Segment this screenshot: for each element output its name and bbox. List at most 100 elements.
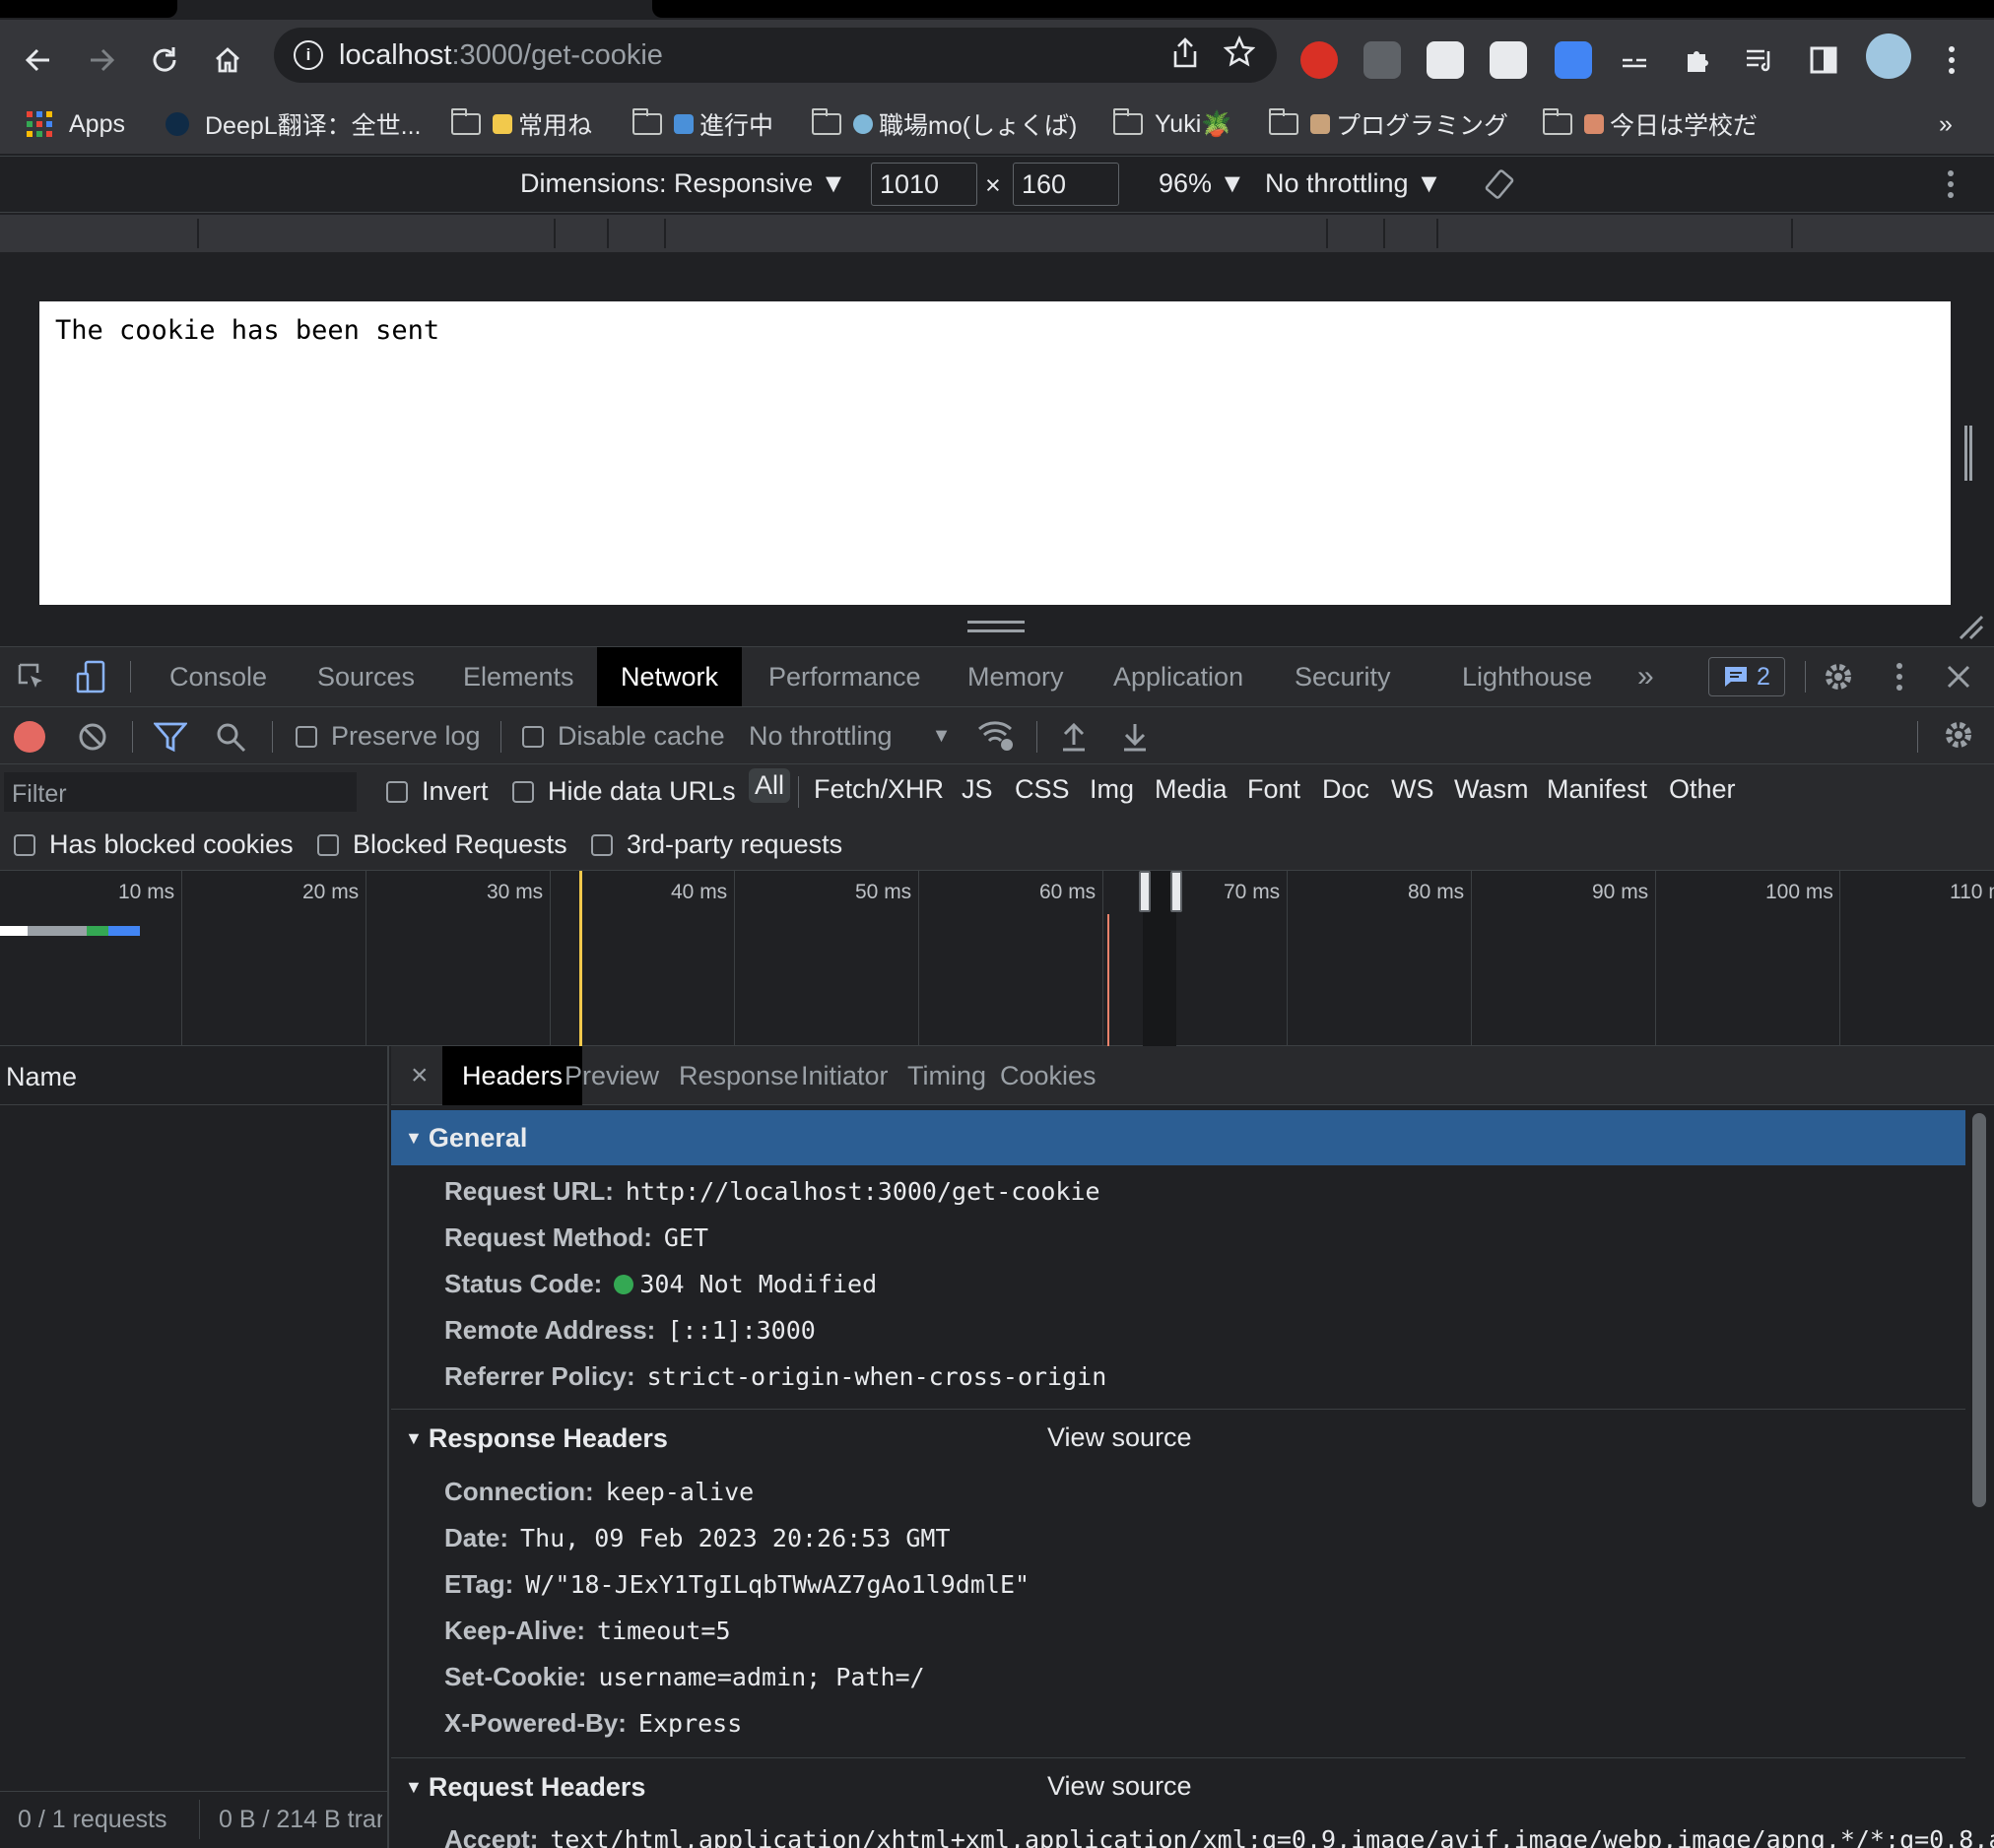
address-bar[interactable]: i localhost:3000/get-cookie <box>274 28 1277 83</box>
network-timeline-overview[interactable]: 10 ms 20 ms 30 ms 40 ms 50 ms 60 ms 70 m… <box>0 871 1994 1046</box>
checkbox[interactable] <box>512 780 534 803</box>
browser-menu-icon[interactable] <box>1927 35 1976 85</box>
emulated-page[interactable]: The cookie has been sent <box>39 301 1951 605</box>
more-bookmarks-button[interactable]: » <box>1939 104 1953 144</box>
tab-performance[interactable]: Performance <box>745 647 945 706</box>
bookmark-folder-shokuba[interactable]: 職場mo(しょくば) <box>812 104 1077 144</box>
filter-funnel-icon[interactable] <box>152 721 189 759</box>
reload-icon[interactable] <box>140 35 189 85</box>
media-controls-icon[interactable] <box>1610 35 1659 85</box>
back-icon[interactable] <box>14 35 63 85</box>
close-devtools-icon[interactable] <box>1941 659 1976 694</box>
site-info-icon[interactable]: i <box>294 40 323 70</box>
checkbox[interactable] <box>522 725 544 748</box>
general-section-header[interactable]: ▼ General <box>391 1110 1965 1165</box>
bookmark-deepl[interactable]: DeepL翻译：全世... <box>166 104 422 144</box>
response-view-source-link[interactable]: View source <box>1047 1422 1192 1453</box>
checkbox[interactable] <box>386 780 408 803</box>
type-filter-wasm[interactable]: Wasm <box>1454 774 1529 805</box>
url-text[interactable]: localhost:3000/get-cookie <box>339 39 663 72</box>
type-filter-js[interactable]: JS <box>962 774 993 805</box>
detail-tab-cookies[interactable]: Cookies <box>980 1046 1116 1105</box>
media-query-bar[interactable] <box>0 215 1994 252</box>
extension-colorful-icon[interactable] <box>1427 41 1464 79</box>
viewport-resize-corner-icon[interactable] <box>1957 613 1984 640</box>
type-filter-other[interactable]: Other <box>1669 774 1736 805</box>
tab-lighthouse[interactable]: Lighthouse <box>1438 647 1616 706</box>
invert-checkbox[interactable]: Invert <box>386 776 489 807</box>
tab-network[interactable]: Network <box>597 647 743 706</box>
bookmark-folder-school[interactable]: 今日は学校だ <box>1543 104 1758 144</box>
width-input[interactable]: 1010 <box>871 163 977 206</box>
device-throttling-dropdown[interactable]: No throttling ▼ <box>1265 168 1442 199</box>
type-filter-ws[interactable]: WS <box>1391 774 1434 805</box>
height-input[interactable]: 160 <box>1013 163 1119 206</box>
checkbox[interactable] <box>296 725 317 748</box>
tab-security[interactable]: Security <box>1271 647 1415 706</box>
profile-avatar[interactable] <box>1866 33 1911 79</box>
settings-gear-icon[interactable] <box>1821 659 1856 694</box>
bookmark-apps[interactable]: Apps <box>26 104 125 144</box>
type-filter-css[interactable]: CSS <box>1015 774 1070 805</box>
side-panel-icon[interactable] <box>1799 35 1848 85</box>
has-blocked-cookies-checkbox[interactable]: Has blocked cookies <box>14 829 294 860</box>
rotate-icon[interactable] <box>1484 168 1515 207</box>
tab-memory[interactable]: Memory <box>944 647 1088 706</box>
extensions-puzzle-icon[interactable] <box>1673 35 1722 85</box>
home-icon[interactable] <box>203 35 252 85</box>
bookmark-folder-joyou[interactable]: 常用ね <box>451 104 592 144</box>
timeline-selection-handle-right[interactable] <box>1170 871 1182 912</box>
filter-input[interactable]: Filter <box>4 772 357 812</box>
tab-elements[interactable]: Elements <box>439 647 598 706</box>
tab-application[interactable]: Application <box>1090 647 1267 706</box>
checkbox[interactable] <box>317 833 339 856</box>
network-throttling-dropdown[interactable]: No throttling ▼ <box>749 721 951 752</box>
record-icon[interactable] <box>14 721 45 753</box>
google-translate-icon[interactable] <box>1555 41 1592 79</box>
timeline-selection-handle-left[interactable] <box>1139 871 1151 912</box>
request-view-source-link[interactable]: View source <box>1047 1771 1192 1802</box>
clear-icon[interactable] <box>77 721 108 759</box>
reading-list-icon[interactable] <box>1736 35 1785 85</box>
bookmark-folder-shinkouchu[interactable]: 進行中 <box>632 104 773 144</box>
issues-badge[interactable]: 2 <box>1708 657 1785 696</box>
bookmark-folder-yuki[interactable]: Yuki🪴 <box>1113 104 1231 144</box>
share-icon[interactable] <box>1172 37 1198 77</box>
name-column-header[interactable]: Name <box>0 1046 387 1105</box>
device-more-icon[interactable] <box>1947 168 1955 207</box>
devtools-menu-icon[interactable] <box>1882 659 1917 694</box>
import-har-icon[interactable] <box>1060 721 1088 759</box>
zoom-dropdown[interactable]: 96% ▼ <box>1159 168 1245 199</box>
detail-scrollbar[interactable] <box>1972 1113 1986 1507</box>
type-filter-fetch-xhr[interactable]: Fetch/XHR <box>814 774 944 805</box>
bookmark-folder-programming[interactable]: プログラミング <box>1269 104 1508 144</box>
type-filter-all[interactable]: All <box>749 768 791 803</box>
type-filter-media[interactable]: Media <box>1155 774 1228 805</box>
third-party-requests-checkbox[interactable]: 3rd-party requests <box>591 829 842 860</box>
inspect-element-icon[interactable] <box>14 659 49 694</box>
more-tabs-button[interactable]: » <box>1614 647 1678 706</box>
network-settings-gear-icon[interactable] <box>1943 719 1974 758</box>
type-filter-doc[interactable]: Doc <box>1322 774 1369 805</box>
checkbox[interactable] <box>591 833 613 856</box>
extension-red-icon[interactable] <box>1300 41 1338 79</box>
tab-console[interactable]: Console <box>146 647 291 706</box>
network-conditions-icon[interactable] <box>977 719 1015 759</box>
close-detail-button[interactable]: × <box>391 1046 448 1105</box>
viewport-resize-handle-bottom[interactable] <box>967 621 1025 632</box>
viewport-resize-handle-right[interactable] <box>1964 426 1972 481</box>
type-filter-img[interactable]: Img <box>1090 774 1134 805</box>
camera-extension-icon[interactable] <box>1363 41 1401 79</box>
search-icon[interactable] <box>215 721 246 759</box>
extension-arrow-icon[interactable] <box>1490 41 1527 79</box>
device-toolbar-toggle-icon[interactable] <box>73 659 108 694</box>
checkbox[interactable] <box>14 833 35 856</box>
export-har-icon[interactable] <box>1121 721 1149 759</box>
type-filter-manifest[interactable]: Manifest <box>1547 774 1647 805</box>
preserve-log-checkbox[interactable]: Preserve log <box>296 721 481 752</box>
blocked-requests-checkbox[interactable]: Blocked Requests <box>317 829 567 860</box>
dimensions-dropdown[interactable]: Dimensions: Responsive ▼ <box>520 168 846 199</box>
forward-icon[interactable] <box>77 35 126 85</box>
tab-sources[interactable]: Sources <box>294 647 438 706</box>
hide-data-urls-checkbox[interactable]: Hide data URLs <box>512 776 736 807</box>
